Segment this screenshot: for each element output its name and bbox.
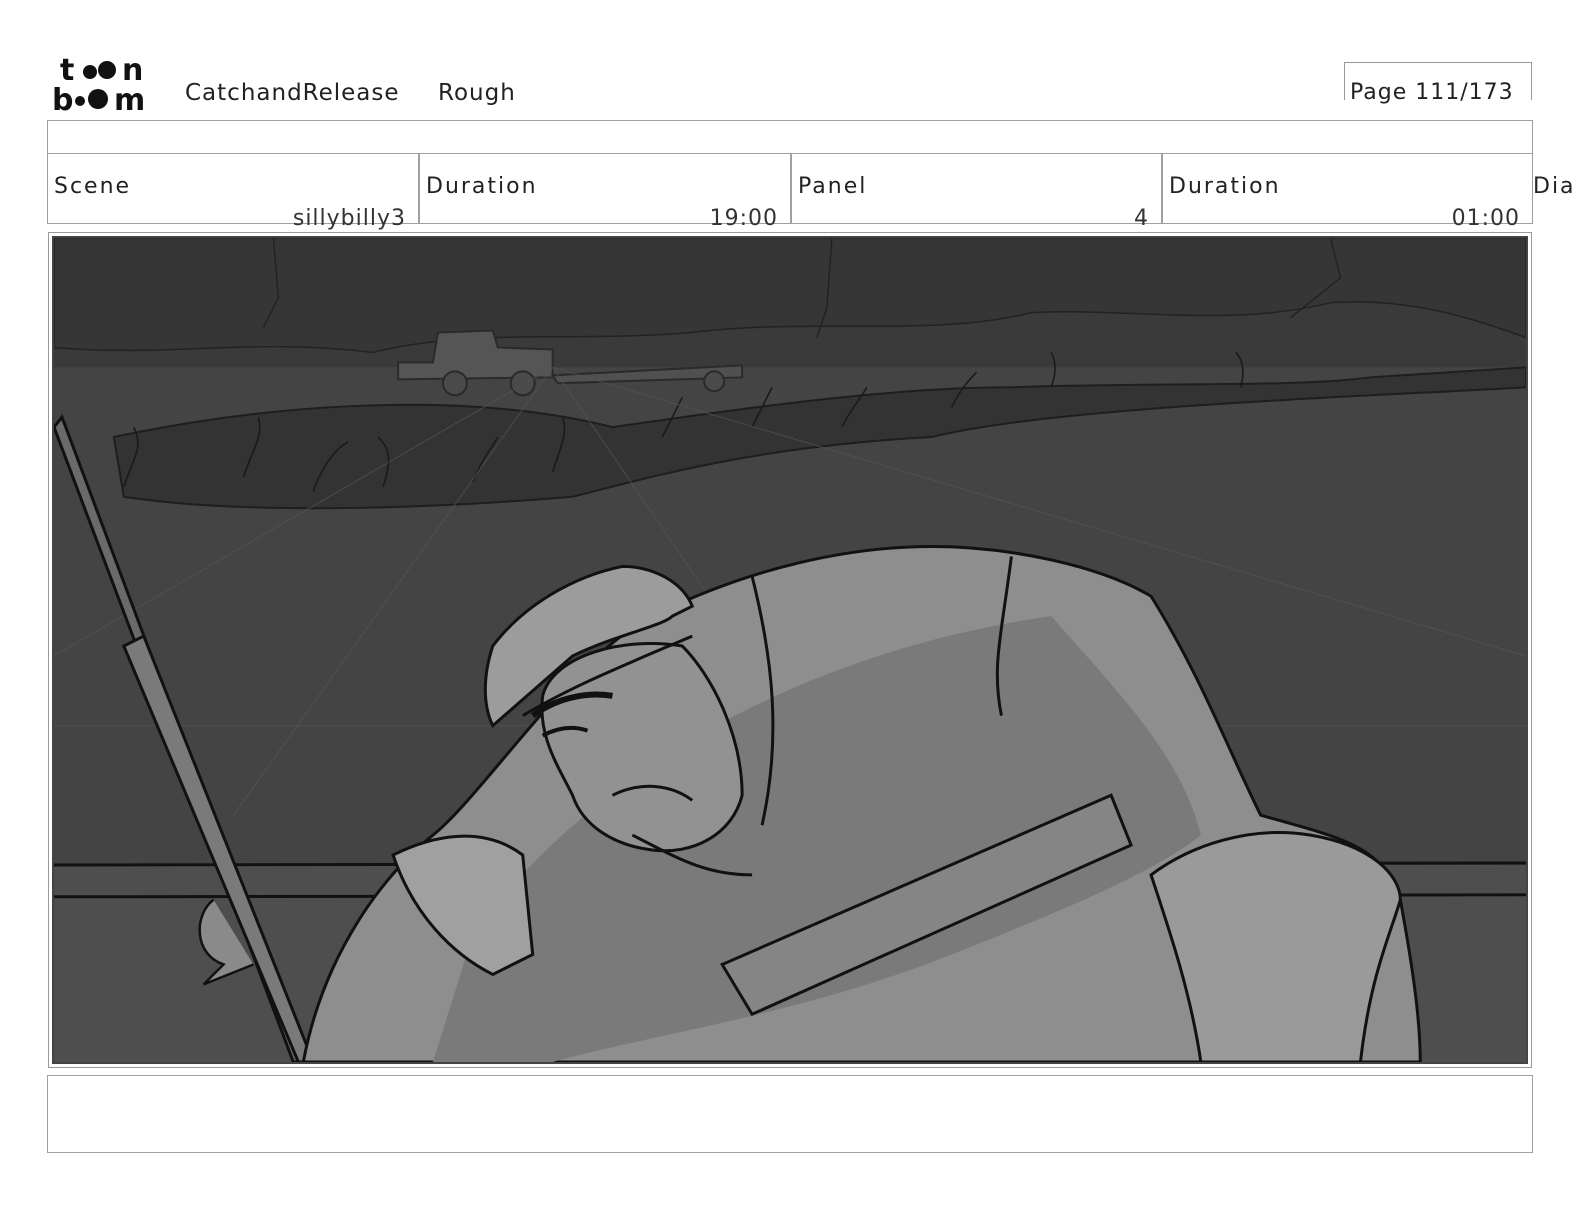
panel-duration-value: 01:00 — [1451, 206, 1520, 231]
storyboard-drawing — [54, 238, 1526, 1062]
scene-label: Scene — [54, 174, 132, 199]
scene-duration-cell: Duration 19:00 — [419, 154, 791, 231]
page-number: Page 111/173 — [1350, 80, 1514, 105]
storyboard-panel[interactable] — [52, 236, 1528, 1064]
stage-name: Rough — [438, 80, 516, 106]
svg-text:b: b — [52, 83, 73, 114]
panel-value: 4 — [1134, 206, 1149, 231]
project-name: CatchandRelease — [185, 80, 400, 106]
panel-info-row: Scene sillybilly3 Duration 19:00 Panel 4… — [47, 154, 1584, 231]
dialogue-cell: Dia — [1533, 154, 1584, 224]
panel-cell: Panel 4 — [791, 154, 1162, 231]
scene-duration-value: 19:00 — [709, 206, 778, 231]
toonboom-logo: t n b m — [52, 52, 162, 114]
scene-value: sillybilly3 — [292, 206, 406, 231]
panel-duration-cell: Duration 01:00 — [1162, 154, 1533, 231]
notes-box[interactable] — [47, 1075, 1533, 1153]
scene-duration-label: Duration — [426, 174, 538, 199]
scene-cell: Scene sillybilly3 — [47, 154, 419, 231]
dialogue-label: Dia — [1533, 174, 1576, 199]
svg-text:m: m — [114, 83, 145, 114]
panel-duration-label: Duration — [1169, 174, 1281, 199]
header-strip — [47, 120, 1533, 154]
panel-label: Panel — [798, 174, 868, 199]
